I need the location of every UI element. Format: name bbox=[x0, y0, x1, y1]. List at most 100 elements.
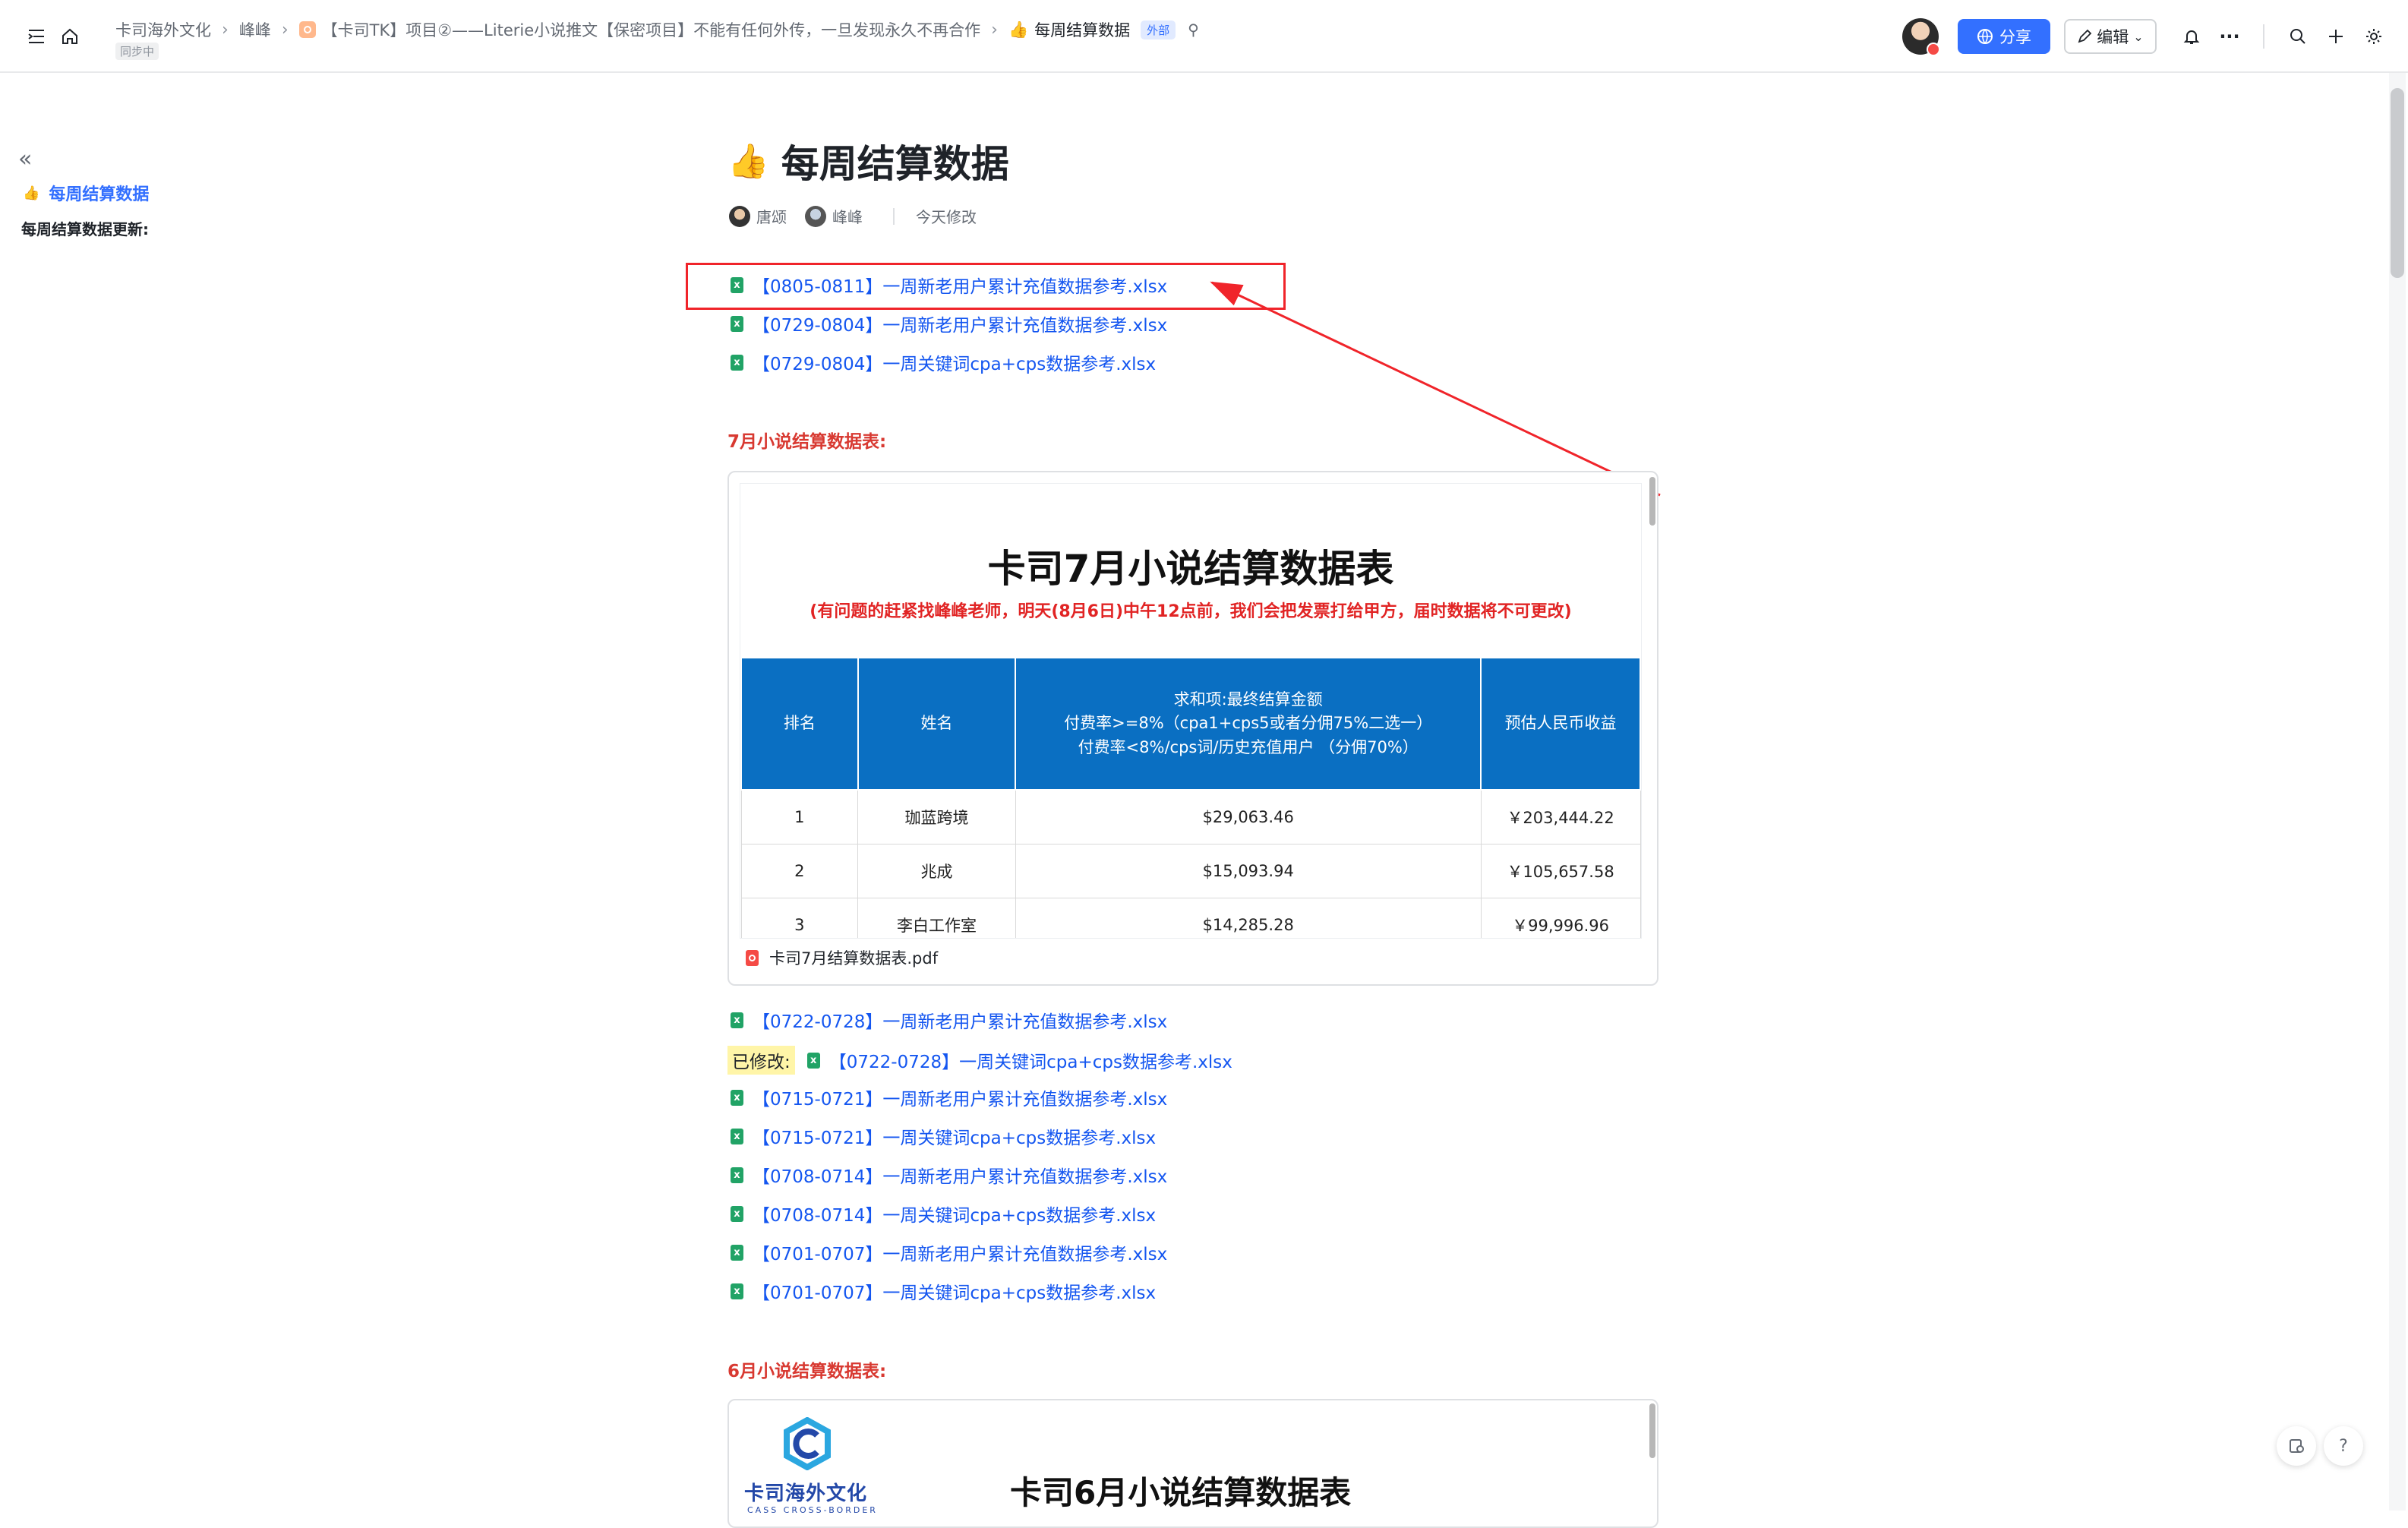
file-name: 【0729-0804】一周关键词cpa+cps数据参考.xlsx bbox=[753, 355, 1157, 374]
table-cell: 李白工作室 bbox=[857, 898, 1016, 938]
avatar[interactable] bbox=[729, 205, 750, 227]
pdf-title: 卡司7月小说结算数据表 bbox=[987, 547, 1394, 591]
pdf-page: 卡司7月小说结算数据表 (有问题的赶紧找峰峰老师，明天(8月6日)中午12点前，… bbox=[740, 483, 1642, 939]
excel-file-icon: x bbox=[731, 1283, 743, 1299]
pdf-scrollbar[interactable] bbox=[1649, 1403, 1655, 1458]
file-link[interactable]: 已修改: x 【0722-0728】一周关键词cpa+cps数据参考.xlsx bbox=[727, 1046, 1232, 1075]
user-avatar[interactable] bbox=[1902, 18, 1940, 56]
author-name[interactable]: 峰峰 bbox=[832, 205, 863, 227]
more-icon[interactable]: ··· bbox=[2217, 24, 2242, 49]
file-name: 【0701-0707】一周新老用户累计充值数据参考.xlsx bbox=[753, 1245, 1168, 1264]
page-title-text: 每周结算数据 bbox=[781, 142, 1009, 186]
outline-item-subheading[interactable]: 每周结算数据更新: bbox=[21, 217, 149, 239]
pdf-file-name: 卡司7月结算数据表.pdf bbox=[769, 949, 939, 968]
outline-toggle-icon[interactable] bbox=[24, 24, 49, 49]
outline-title-label: 每周结算数据 bbox=[49, 185, 150, 204]
pdf-note: (有问题的赶紧找峰峰老师，明天(8月6日)中午12点前，我们会把发票打给甲方，届… bbox=[810, 602, 1572, 621]
excel-file-icon: x bbox=[731, 1089, 743, 1106]
author-name[interactable]: 唐颂 bbox=[756, 205, 787, 227]
bell-icon[interactable] bbox=[2179, 24, 2204, 49]
pdf-file-icon bbox=[746, 949, 759, 966]
excel-file-icon: x bbox=[806, 1052, 820, 1069]
doc-meta: 唐颂 峰峰 今天修改 bbox=[729, 205, 977, 227]
excel-file-icon: x bbox=[731, 1205, 743, 1222]
page-title: 👍 每周结算数据 bbox=[727, 134, 1009, 188]
settlement-table: 排名 姓名 求和项:最终结算金额 付费率>=8%（cpa1+cps5或者分佣75… bbox=[740, 657, 1641, 938]
file-link[interactable]: x 【0715-0721】一周关键词cpa+cps数据参考.xlsx bbox=[731, 1123, 1156, 1149]
pin-icon[interactable]: ⚲ bbox=[1188, 21, 1199, 39]
breadcrumb: 卡司海外文化 › 峰峰 › 【卡司TK】项目②——Literie小说推文【保密项… bbox=[115, 17, 1199, 43]
search-icon[interactable] bbox=[2286, 24, 2310, 49]
excel-file-icon: x bbox=[731, 315, 743, 332]
thumbs-up-icon: 👍 bbox=[727, 142, 769, 181]
gear-icon[interactable] bbox=[2362, 24, 2386, 49]
table-cell: 兆成 bbox=[857, 844, 1016, 898]
logo-mark-icon bbox=[784, 1417, 831, 1470]
breadcrumb-item-workspace[interactable]: 卡司海外文化 bbox=[115, 18, 211, 41]
excel-file-icon: x bbox=[731, 1128, 743, 1144]
page-scrollbar-track[interactable] bbox=[2389, 73, 2406, 1511]
breadcrumb-item-project[interactable]: 【卡司TK】项目②——Literie小说推文【保密项目】不能有任何外传，一旦发现… bbox=[322, 18, 981, 41]
section-heading-july: 7月小说结算数据表: bbox=[727, 432, 887, 452]
file-link[interactable]: x 【0701-0707】一周关键词cpa+cps数据参考.xlsx bbox=[731, 1278, 1156, 1304]
table-cell: ￥203,444.22 bbox=[1480, 789, 1641, 845]
divider bbox=[893, 207, 895, 225]
file-link[interactable]: x 【0722-0728】一周新老用户累计充值数据参考.xlsx bbox=[731, 1007, 1167, 1033]
help-icon[interactable]: ? bbox=[2324, 1426, 2363, 1466]
file-name: 【0715-0721】一周关键词cpa+cps数据参考.xlsx bbox=[753, 1129, 1157, 1148]
file-link[interactable]: x 【0708-0714】一周关键词cpa+cps数据参考.xlsx bbox=[731, 1201, 1156, 1227]
thumbs-up-icon: 👍 bbox=[23, 185, 40, 201]
collapse-outline-icon[interactable]: « bbox=[18, 146, 32, 172]
column-header: 预估人民币收益 bbox=[1480, 657, 1641, 791]
file-name: 【0729-0804】一周新老用户累计充值数据参考.xlsx bbox=[753, 316, 1168, 336]
file-name: 【0708-0714】一周关键词cpa+cps数据参考.xlsx bbox=[753, 1206, 1157, 1226]
table-cell: $29,063.46 bbox=[1015, 789, 1482, 845]
table-cell: 3 bbox=[740, 898, 859, 938]
top-bar: 卡司海外文化 › 峰峰 › 【卡司TK】项目②——Literie小说推文【保密项… bbox=[0, 0, 2408, 73]
doc-info-icon[interactable] bbox=[2277, 1426, 2316, 1466]
column-header: 姓名 bbox=[857, 657, 1017, 791]
breadcrumb-item-folder[interactable]: 峰峰 bbox=[239, 18, 271, 41]
external-badge: 外部 bbox=[1141, 20, 1176, 39]
table-cell: ￥99,996.96 bbox=[1480, 898, 1641, 938]
pdf-preview-card[interactable]: 卡司海外文化 CASS CROSS-BORDER 卡司6月小说结算数据表 bbox=[727, 1399, 1658, 1528]
home-icon[interactable] bbox=[58, 24, 82, 49]
table-row: 2 兆成 $15,093.94 ￥105,657.58 bbox=[740, 844, 1641, 898]
file-name: 【0722-0728】一周关键词cpa+cps数据参考.xlsx bbox=[828, 1053, 1232, 1072]
share-button[interactable]: 分享 bbox=[1958, 19, 2050, 54]
chevron-down-icon: ⌄ bbox=[2133, 29, 2144, 44]
pdf-file-label[interactable]: 卡司7月结算数据表.pdf bbox=[746, 946, 938, 969]
modified-label: 已修改: bbox=[727, 1046, 795, 1075]
table-row: 3 李白工作室 $14,285.28 ￥99,996.96 bbox=[740, 898, 1641, 938]
page-scrollbar-thumb[interactable] bbox=[2391, 88, 2404, 278]
file-link[interactable]: x 【0708-0714】一周新老用户累计充值数据参考.xlsx bbox=[731, 1162, 1167, 1188]
logo-text: 卡司海外文化 bbox=[744, 1482, 868, 1505]
project-icon bbox=[298, 21, 316, 38]
outline-item-title[interactable]: 👍 每周结算数据 bbox=[23, 181, 149, 205]
file-link[interactable]: x 【0729-0804】一周关键词cpa+cps数据参考.xlsx bbox=[731, 349, 1156, 375]
chevron-right-icon: › bbox=[222, 20, 229, 39]
table-cell: 珈蓝跨境 bbox=[857, 789, 1016, 845]
highlight-annotation-box bbox=[686, 263, 1286, 310]
file-name: 【0701-0707】一周关键词cpa+cps数据参考.xlsx bbox=[753, 1283, 1157, 1303]
file-name: 【0708-0714】一周新老用户累计充值数据参考.xlsx bbox=[753, 1167, 1168, 1187]
file-link[interactable]: x 【0715-0721】一周新老用户累计充值数据参考.xlsx bbox=[731, 1084, 1167, 1110]
share-label: 分享 bbox=[1999, 28, 2031, 46]
avatar[interactable] bbox=[805, 205, 826, 227]
pdf-scrollbar[interactable] bbox=[1649, 477, 1655, 526]
file-link[interactable]: x 【0701-0707】一周新老用户累计充值数据参考.xlsx bbox=[731, 1239, 1167, 1265]
pdf-preview-card[interactable]: 卡司7月小说结算数据表 (有问题的赶紧找峰峰老师，明天(8月6日)中午12点前，… bbox=[727, 471, 1658, 986]
edit-button[interactable]: 编辑 ⌄ bbox=[2064, 19, 2157, 54]
pdf-title: 卡司6月小说结算数据表 bbox=[1010, 1474, 1352, 1511]
file-link[interactable]: x 【0729-0804】一周新老用户累计充值数据参考.xlsx bbox=[731, 311, 1167, 336]
column-header: 求和项:最终结算金额 付费率>=8%（cpa1+cps5或者分佣75%二选一） … bbox=[1015, 657, 1482, 791]
table-cell: $14,285.28 bbox=[1015, 898, 1482, 938]
plus-icon[interactable] bbox=[2324, 24, 2348, 49]
globe-icon bbox=[1977, 29, 1993, 44]
table-cell: 1 bbox=[740, 789, 859, 845]
breadcrumb-item-current[interactable]: 每周结算数据 bbox=[1034, 18, 1130, 41]
file-name: 【0715-0721】一周新老用户累计充值数据参考.xlsx bbox=[753, 1090, 1168, 1110]
sync-status-badge: 同步中 bbox=[115, 43, 159, 60]
section-heading-june: 6月小说结算数据表: bbox=[727, 1362, 887, 1381]
file-name: 【0722-0728】一周新老用户累计充值数据参考.xlsx bbox=[753, 1012, 1168, 1032]
